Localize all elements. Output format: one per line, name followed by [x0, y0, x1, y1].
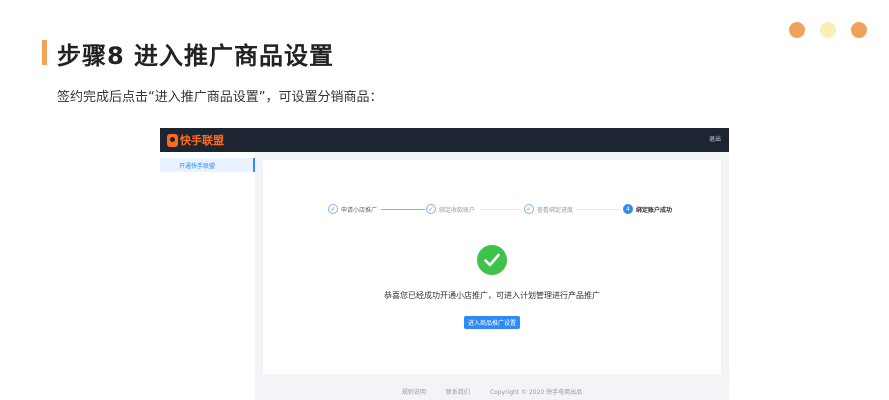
footer-link-rules[interactable]: 规则说明	[402, 387, 426, 399]
sidebar: 开通快手联盟	[160, 152, 255, 400]
title-accent-bar	[42, 40, 47, 65]
app-screenshot: 快手联盟 退出 开通快手联盟 ✓ 申请小店推广 ✓ 绑定收款账户 ✓ 查看绑定进…	[160, 128, 729, 400]
check-circle-icon: ✓	[426, 204, 436, 214]
check-circle-icon: ✓	[524, 204, 534, 214]
checkmark-icon	[484, 253, 500, 267]
footer-copyright: Copyright © 2020 快手电商出品	[489, 389, 583, 396]
main-card: ✓ 申请小店推广 ✓ 绑定收款账户 ✓ 查看绑定进度 4 绑定账户成功 恭喜您已…	[263, 160, 721, 374]
check-circle-icon: ✓	[328, 204, 338, 214]
step-connector-3	[577, 209, 621, 210]
top-navbar: 快手联盟 退出	[160, 128, 729, 152]
logo-text: 快手联盟	[180, 134, 224, 147]
enter-product-promotion-button[interactable]: 进入商品推广设置	[464, 316, 520, 329]
footer-link-contact[interactable]: 联系我们	[446, 387, 470, 399]
decor-dot-1	[789, 22, 805, 38]
footer: 规则说明 联系我们 Copyright © 2020 快手电商出品	[255, 387, 729, 399]
step-number-icon: 4	[623, 204, 633, 214]
decor-dot-3	[851, 22, 867, 38]
success-check-icon	[477, 245, 507, 275]
step-label: 绑定收款账户	[439, 206, 476, 214]
step-label: 申请小店推广	[341, 206, 378, 214]
step-4: 4 绑定账户成功	[623, 204, 672, 214]
sidebar-item-open-alliance[interactable]: 开通快手联盟	[160, 158, 255, 172]
step-connector-1	[381, 209, 425, 210]
slide-title: 步骤8 进入推广商品设置	[57, 42, 335, 70]
kuaishou-logo-icon	[167, 133, 178, 147]
sidebar-item-label: 开通快手联盟	[179, 163, 216, 170]
success-message: 恭喜您已经成功开通小店推广，可进入计划管理进行产品推广	[384, 291, 600, 300]
brand-logo[interactable]: 快手联盟	[167, 132, 224, 148]
step-1: ✓ 申请小店推广	[328, 204, 377, 214]
step-label: 查看绑定进度	[537, 206, 574, 214]
slide-description: 签约完成后点击“进入推广商品设置”，可设置分销商品：	[57, 90, 383, 105]
progress-steps: ✓ 申请小店推广 ✓ 绑定收款账户 ✓ 查看绑定进度 4 绑定账户成功	[263, 204, 721, 218]
step-label: 绑定账户成功	[636, 206, 673, 214]
step-connector-2	[481, 209, 521, 210]
logout-link[interactable]: 退出	[709, 134, 721, 143]
step-2: ✓ 绑定收款账户	[426, 204, 475, 214]
step-3: ✓ 查看绑定进度	[524, 204, 573, 214]
decor-dot-2	[820, 22, 836, 38]
